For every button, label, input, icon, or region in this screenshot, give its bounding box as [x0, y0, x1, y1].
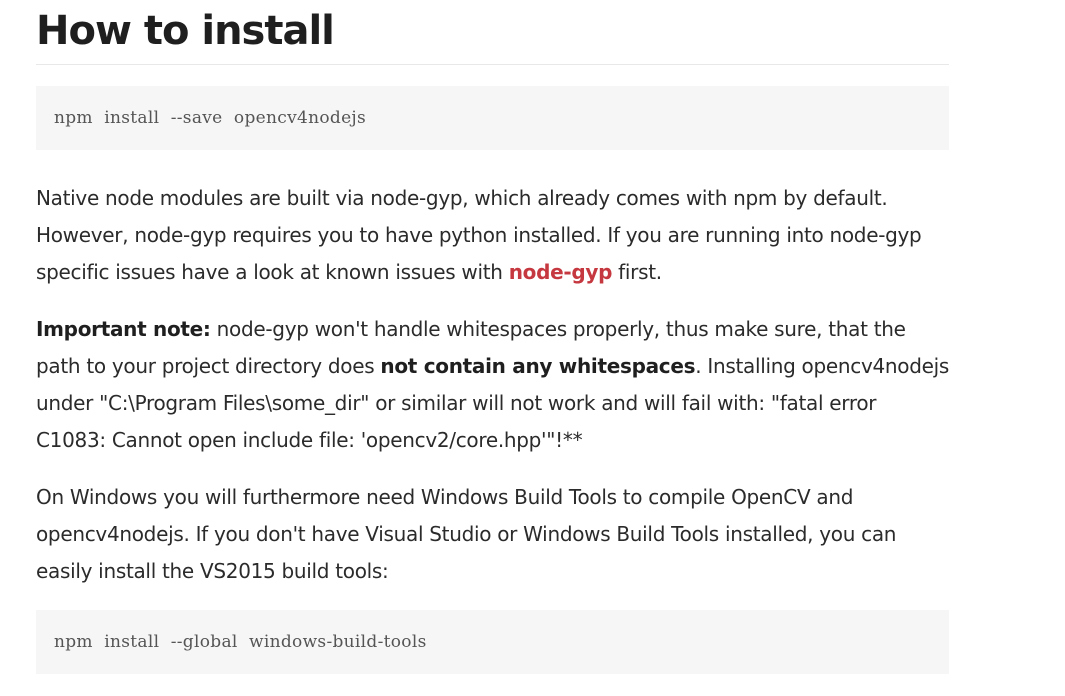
- readme-content: How to install npm install --save opencv…: [36, 0, 949, 674]
- paragraph-text: Native node modules are built via node-g…: [36, 186, 922, 284]
- node-gyp-link[interactable]: node-gyp: [509, 260, 613, 284]
- whitespace-emphasis: not contain any whitespaces: [380, 354, 696, 378]
- page-title: How to install: [36, 0, 949, 65]
- code-text: npm install --global windows-build-tools: [54, 632, 427, 652]
- paragraph-important-note: Important note: node-gyp won't handle wh…: [36, 311, 949, 459]
- paragraph-windows-build-tools: On Windows you will furthermore need Win…: [36, 479, 949, 590]
- important-note-label: Important note:: [36, 317, 211, 341]
- paragraph-node-gyp-info: Native node modules are built via node-g…: [36, 180, 949, 291]
- code-block-windows-build-tools: npm install --global windows-build-tools: [36, 610, 949, 674]
- code-text: npm install --save opencv4nodejs: [54, 108, 367, 128]
- code-block-npm-install: npm install --save opencv4nodejs: [36, 86, 949, 150]
- paragraph-text: first.: [612, 260, 662, 284]
- paragraph-text: On Windows you will furthermore need Win…: [36, 485, 897, 583]
